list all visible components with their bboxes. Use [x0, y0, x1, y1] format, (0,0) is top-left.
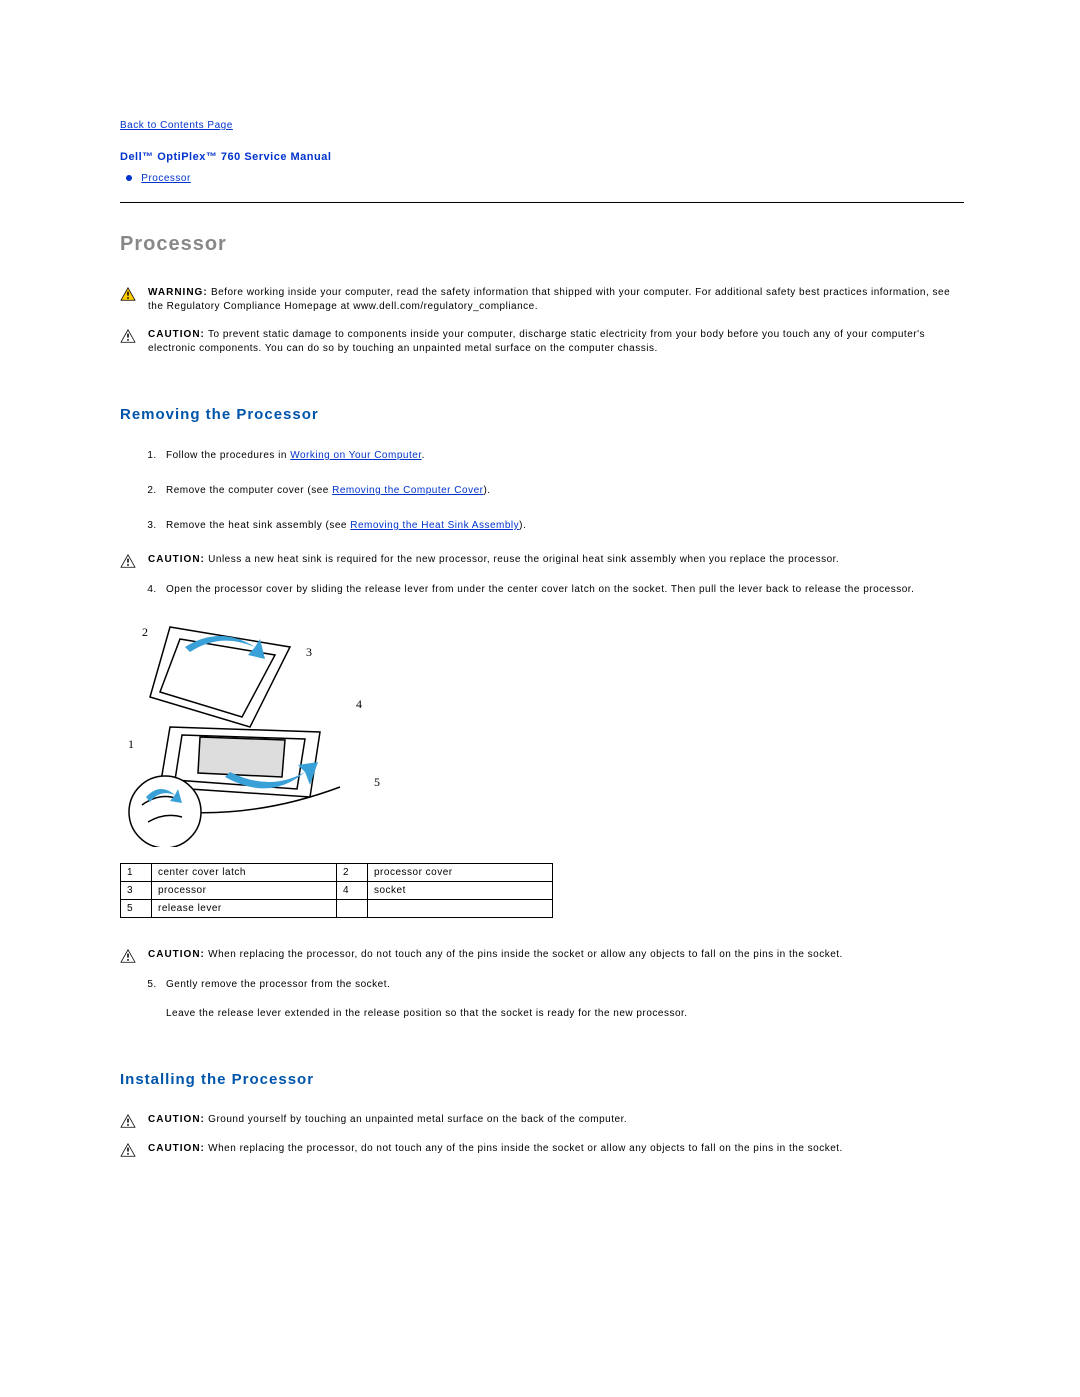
- cell-num: 4: [337, 882, 368, 900]
- caution-notice-pins: CAUTION: When replacing the processor, d…: [120, 948, 964, 963]
- step-2: Remove the computer cover (see Removing …: [160, 483, 964, 498]
- warning-notice: WARNING: Before working inside your comp…: [120, 286, 964, 314]
- caution-label: CAUTION:: [148, 1114, 205, 1125]
- diagram-image: 1 2 3 4 5: [120, 617, 380, 847]
- back-to-contents-link[interactable]: Back to Contents Page: [120, 120, 233, 131]
- removing-steps-cont2: Gently remove the processor from the soc…: [120, 977, 964, 1021]
- caution-icon: [120, 1113, 144, 1128]
- warning-icon: [120, 286, 144, 301]
- caution-icon: [120, 553, 144, 568]
- caution-icon: [120, 1142, 144, 1157]
- step-1-before: Follow the procedures in: [166, 450, 290, 461]
- callout-5: 5: [374, 775, 381, 790]
- caution-label: CAUTION:: [148, 949, 205, 960]
- callout-2: 2: [142, 625, 149, 640]
- cell-label: center cover latch: [152, 864, 337, 882]
- callout-4: 4: [356, 697, 363, 712]
- step-3: Remove the heat sink assembly (see Remov…: [160, 518, 964, 533]
- toc-row: Processor: [120, 173, 964, 184]
- removing-steps: Follow the procedures in Working on Your…: [120, 448, 964, 533]
- warning-body: Before working inside your computer, rea…: [148, 287, 950, 312]
- cell-num: [337, 900, 368, 918]
- caution-text: CAUTION: Unless a new heat sink is requi…: [148, 553, 964, 567]
- table-row: 1 center cover latch 2 processor cover: [121, 864, 553, 882]
- parts-table: 1 center cover latch 2 processor cover 3…: [120, 863, 553, 918]
- table-row: 5 release lever: [121, 900, 553, 918]
- caution-body: Unless a new heat sink is required for t…: [208, 554, 839, 565]
- removing-steps-cont: Open the processor cover by sliding the …: [120, 582, 964, 597]
- caution-body: When replacing the processor, do not tou…: [208, 949, 843, 960]
- caution-body: When replacing the processor, do not tou…: [208, 1143, 843, 1154]
- caution-label: CAUTION:: [148, 1143, 205, 1154]
- cell-label: [368, 900, 553, 918]
- caution-label: CAUTION:: [148, 554, 205, 565]
- caution-icon: [120, 948, 144, 963]
- cell-num: 1: [121, 864, 152, 882]
- heading-installing: Installing the Processor: [120, 1071, 964, 1088]
- processor-diagram: 1 2 3 4 5: [120, 617, 964, 847]
- cell-label: processor: [152, 882, 337, 900]
- caution-notice-pins-2: CAUTION: When replacing the processor, d…: [120, 1142, 964, 1157]
- callout-1: 1: [128, 737, 135, 752]
- warning-label: WARNING:: [148, 287, 208, 298]
- step-5-text: Gently remove the processor from the soc…: [166, 979, 390, 990]
- link-removing-heatsink[interactable]: Removing the Heat Sink Assembly: [350, 520, 519, 531]
- step-4: Open the processor cover by sliding the …: [160, 582, 964, 597]
- link-removing-cover[interactable]: Removing the Computer Cover: [332, 485, 483, 496]
- caution-notice-ground: CAUTION: Ground yourself by touching an …: [120, 1113, 964, 1128]
- caution-notice-heatsink: CAUTION: Unless a new heat sink is requi…: [120, 553, 964, 568]
- cell-label: release lever: [152, 900, 337, 918]
- caution-text: CAUTION: Ground yourself by touching an …: [148, 1113, 964, 1127]
- toc-processor-link[interactable]: Processor: [141, 173, 191, 184]
- step-3-before: Remove the heat sink assembly (see: [166, 520, 350, 531]
- heading-processor: Processor: [120, 233, 964, 256]
- bullet-icon: [126, 175, 132, 181]
- cell-num: 2: [337, 864, 368, 882]
- step-1-after: .: [422, 450, 425, 461]
- caution-text: CAUTION: To prevent static damage to com…: [148, 328, 964, 356]
- cell-label: processor cover: [368, 864, 553, 882]
- step-2-after: ).: [483, 485, 490, 496]
- step-2-before: Remove the computer cover (see: [166, 485, 332, 496]
- caution-body: Ground yourself by touching an unpainted…: [208, 1114, 627, 1125]
- step-1: Follow the procedures in Working on Your…: [160, 448, 964, 463]
- cell-num: 5: [121, 900, 152, 918]
- table-row: 3 processor 4 socket: [121, 882, 553, 900]
- step-3-after: ).: [519, 520, 526, 531]
- cell-num: 3: [121, 882, 152, 900]
- callout-3: 3: [306, 645, 313, 660]
- caution-notice-static: CAUTION: To prevent static damage to com…: [120, 328, 964, 356]
- step-5: Gently remove the processor from the soc…: [160, 977, 964, 1021]
- cell-label: socket: [368, 882, 553, 900]
- caution-body: To prevent static damage to components i…: [148, 329, 925, 354]
- caution-label: CAUTION:: [148, 329, 205, 340]
- divider: [120, 202, 964, 203]
- warning-text: WARNING: Before working inside your comp…: [148, 286, 964, 314]
- caution-text: CAUTION: When replacing the processor, d…: [148, 948, 964, 962]
- page: Back to Contents Page Dell™ OptiPlex™ 76…: [0, 0, 1080, 1231]
- step-5-note: Leave the release lever extended in the …: [166, 1006, 964, 1021]
- caution-icon: [120, 328, 144, 343]
- link-working-on-computer[interactable]: Working on Your Computer: [290, 450, 421, 461]
- manual-title: Dell™ OptiPlex™ 760 Service Manual: [120, 151, 964, 163]
- caution-text: CAUTION: When replacing the processor, d…: [148, 1142, 964, 1156]
- heading-removing: Removing the Processor: [120, 406, 964, 423]
